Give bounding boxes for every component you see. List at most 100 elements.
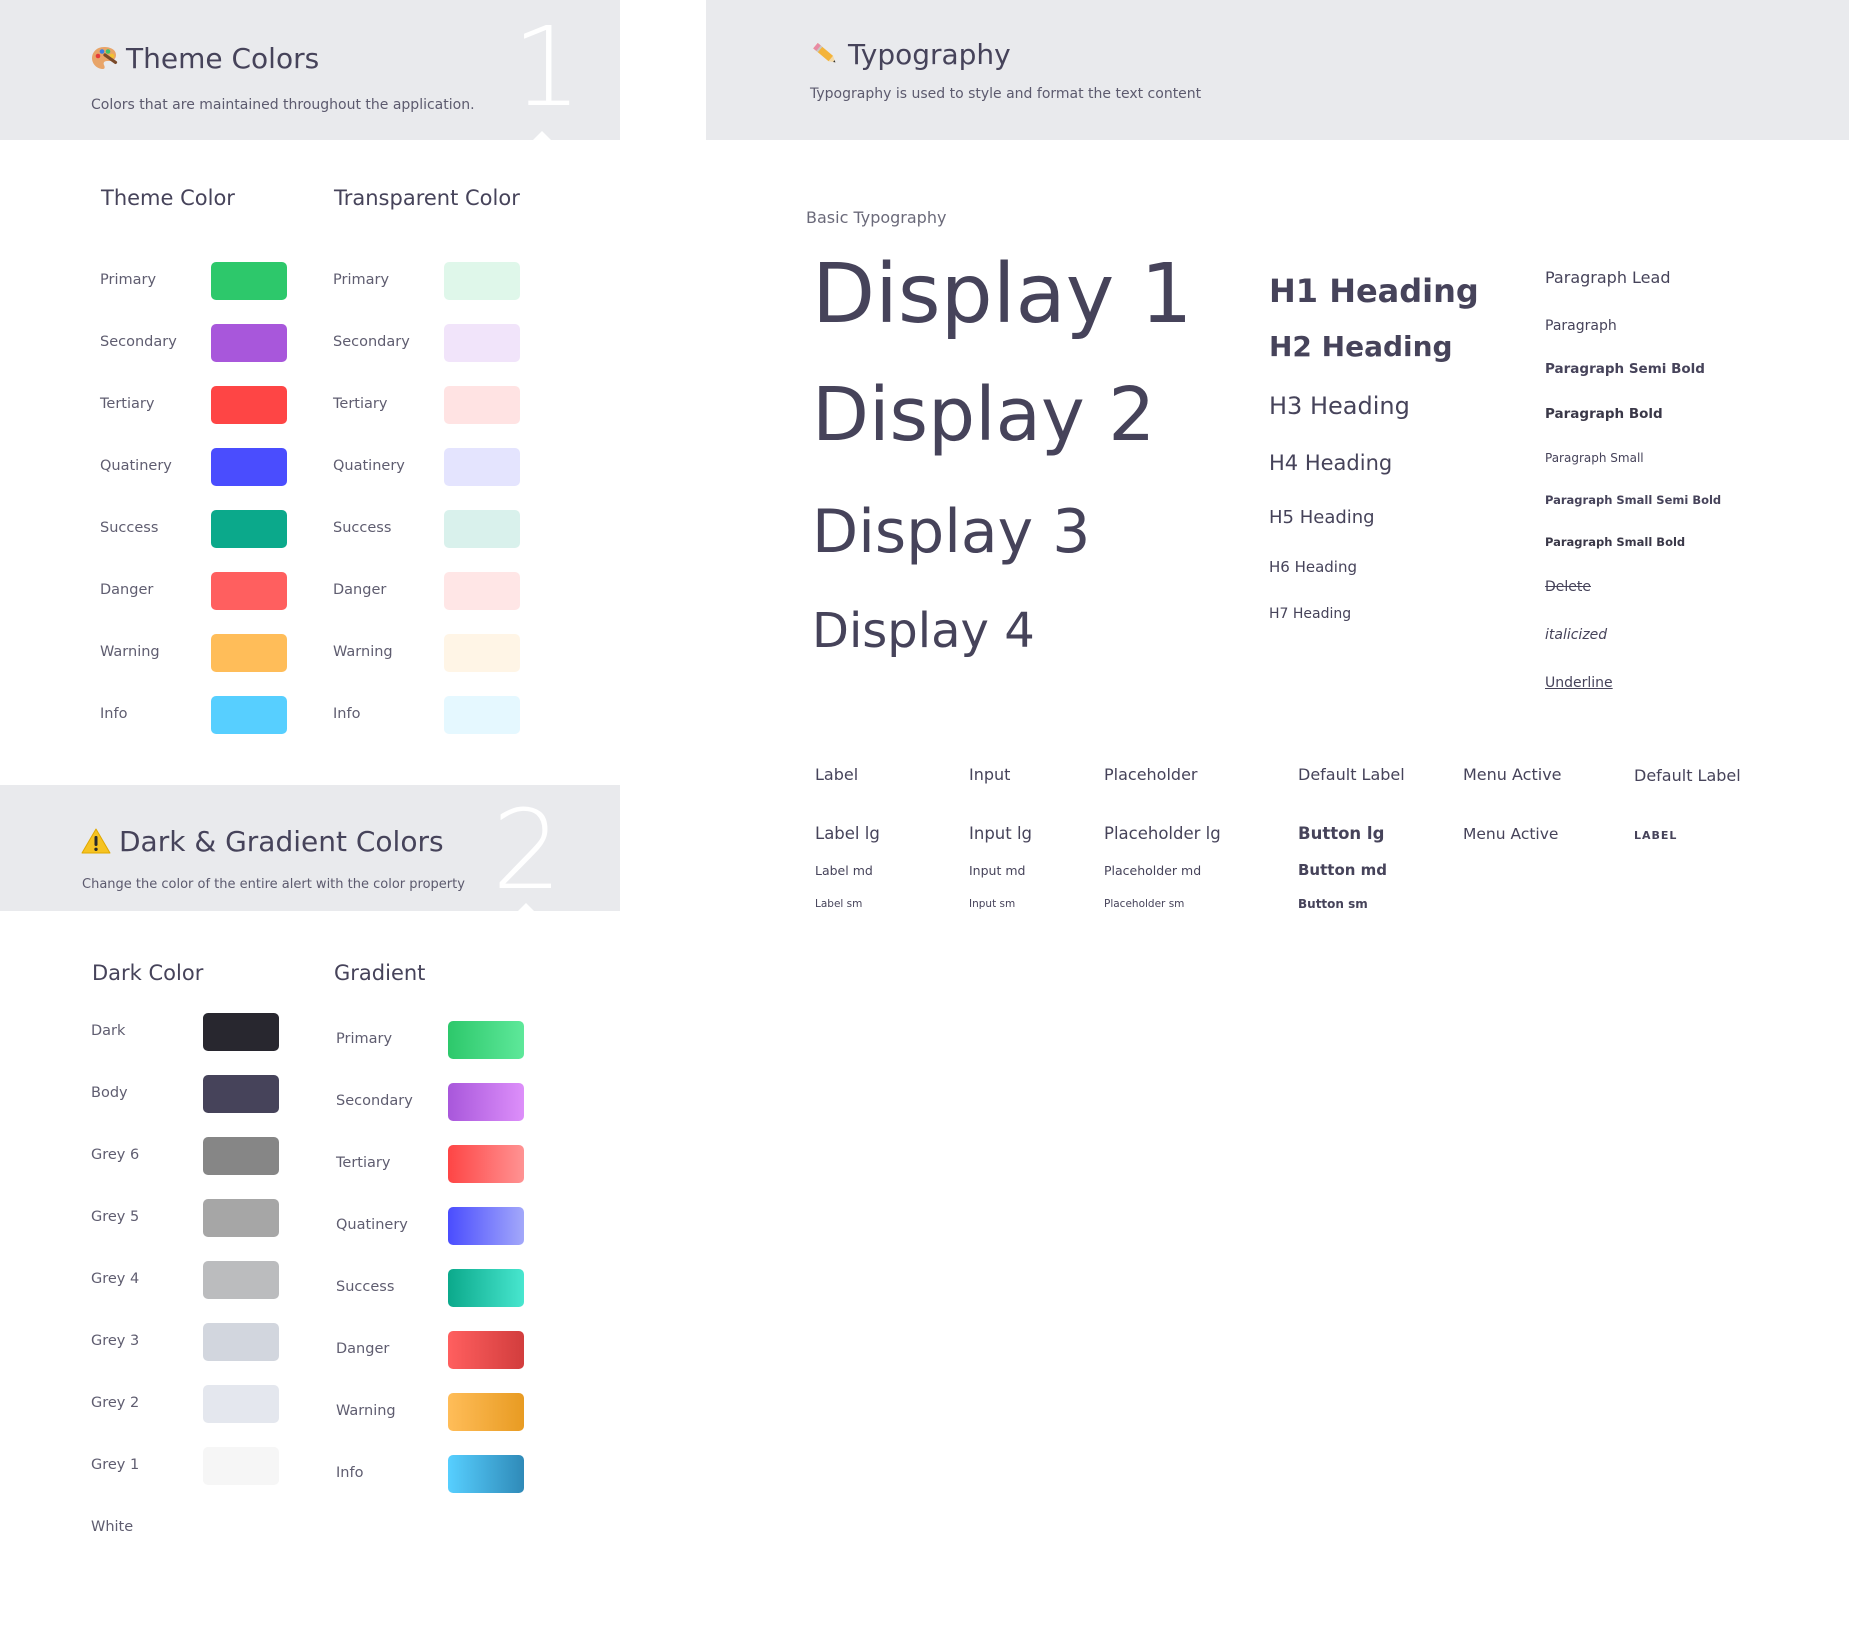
theme-swatch-primary	[211, 262, 287, 300]
h2-heading: H2 Heading	[1269, 330, 1453, 363]
dark-label-grey-2: Grey 2	[91, 1395, 140, 1411]
gradient-label-success: Success	[336, 1279, 395, 1295]
gradient-swatch-primary	[448, 1021, 524, 1059]
gradient-label-danger: Danger	[336, 1341, 390, 1357]
theme-label-tertiary: Tertiary	[100, 396, 155, 412]
dark-label-grey-6: Grey 6	[91, 1147, 140, 1163]
transparent-label-secondary: Secondary	[333, 334, 410, 350]
dark-label-body: Body	[91, 1085, 128, 1101]
theme-label-secondary: Secondary	[100, 334, 177, 350]
h6-heading: H6 Heading	[1269, 558, 1358, 576]
theme-swatch-tertiary	[211, 386, 287, 424]
theme-colors-title-text: Theme Colors	[126, 42, 320, 75]
gradient-swatch-danger	[448, 1331, 524, 1369]
label-lg: Label lg	[815, 824, 880, 843]
transparent-label-tertiary: Tertiary	[333, 396, 388, 412]
theme-color-column-title: Theme Color	[101, 186, 235, 210]
menu-active-text: Menu Active	[1463, 765, 1562, 784]
display-2: Display 2	[812, 372, 1156, 458]
delete-text: Delete	[1545, 579, 1591, 595]
transparent-label-info: Info	[333, 706, 361, 722]
gradient-label-info: Info	[336, 1465, 364, 1481]
typography-subtitle: Typography is used to style and format t…	[810, 86, 1202, 102]
dark-color-column-title: Dark Color	[92, 961, 204, 985]
header-pointer-2	[517, 903, 535, 912]
typography-title-text: Typography	[848, 38, 1011, 71]
dark-label-grey-3: Grey 3	[91, 1333, 140, 1349]
placeholder-md: Placeholder md	[1104, 863, 1202, 878]
label-text: Label	[815, 765, 859, 784]
transparent-swatch-primary	[444, 262, 520, 300]
paragraph-bold: Paragraph Bold	[1545, 406, 1663, 422]
basic-typography-label: Basic Typography	[806, 208, 947, 227]
dark-swatch-dark	[203, 1013, 279, 1051]
typography-header: Typography Typography is used to style a…	[706, 0, 1849, 140]
label-sm: Label sm	[815, 898, 863, 910]
theme-label-warning: Warning	[100, 644, 160, 660]
theme-swatch-secondary	[211, 324, 287, 362]
placeholder-lg: Placeholder lg	[1104, 824, 1221, 843]
paragraph-small-bold: Paragraph Small Bold	[1545, 535, 1686, 549]
gradient-column-title: Gradient	[334, 961, 426, 985]
dark-swatch-grey-5	[203, 1199, 279, 1237]
dark-swatch-body	[203, 1075, 279, 1113]
transparent-color-column-title: Transparent Color	[334, 186, 520, 210]
transparent-swatch-quatinery	[444, 448, 520, 486]
transparent-swatch-info	[444, 696, 520, 734]
dark-swatch-grey-4	[203, 1261, 279, 1299]
dark-label-grey-4: Grey 4	[91, 1271, 140, 1287]
paragraph-small-semi-bold: Paragraph Small Semi Bold	[1545, 493, 1722, 507]
theme-colors-title: Theme Colors	[90, 42, 319, 78]
button-sm: Button sm	[1298, 897, 1368, 911]
section-number-1: 1	[512, 3, 582, 131]
warning-icon	[81, 828, 111, 861]
theme-swatch-info	[211, 696, 287, 734]
theme-label-info: Info	[100, 706, 128, 722]
dark-gradient-subtitle: Change the color of the entire alert wit…	[82, 877, 465, 892]
paragraph-lead: Paragraph Lead	[1545, 268, 1671, 287]
menu-active-lg: Menu Active	[1463, 825, 1559, 843]
placeholder-text: Placeholder	[1104, 765, 1198, 784]
dark-label-grey-1: Grey 1	[91, 1457, 140, 1473]
input-md: Input md	[969, 863, 1026, 878]
button-md: Button md	[1298, 861, 1388, 879]
theme-colors-subtitle: Colors that are maintained throughout th…	[91, 97, 475, 113]
dark-gradient-title: Dark & Gradient Colors	[81, 825, 444, 861]
header-pointer	[533, 131, 551, 140]
gradient-swatch-quatinery	[448, 1207, 524, 1245]
input-text: Input	[969, 765, 1011, 784]
paragraph: Paragraph	[1545, 318, 1617, 334]
theme-swatch-success	[211, 510, 287, 548]
underline-text: Underline	[1545, 675, 1613, 691]
dark-swatch-white	[203, 1509, 279, 1547]
theme-label-primary: Primary	[100, 272, 157, 288]
transparent-swatch-success	[444, 510, 520, 548]
h4-heading: H4 Heading	[1269, 451, 1393, 475]
h1-heading: H1 Heading	[1269, 272, 1479, 310]
input-lg: Input lg	[969, 824, 1033, 843]
dark-swatch-grey-1	[203, 1447, 279, 1485]
default-label-text-2: Default Label	[1634, 766, 1741, 785]
gradient-label-warning: Warning	[336, 1403, 396, 1419]
theme-swatch-quatinery	[211, 448, 287, 486]
theme-swatch-danger	[211, 572, 287, 610]
gradient-swatch-secondary	[448, 1083, 524, 1121]
gradient-label-tertiary: Tertiary	[336, 1155, 391, 1171]
transparent-swatch-tertiary	[444, 386, 520, 424]
transparent-swatch-warning	[444, 634, 520, 672]
paragraph-semi-bold: Paragraph Semi Bold	[1545, 361, 1705, 377]
gradient-label-quatinery: Quatinery	[336, 1217, 408, 1233]
gradient-swatch-tertiary	[448, 1145, 524, 1183]
default-label-text: Default Label	[1298, 765, 1405, 784]
transparent-swatch-danger	[444, 572, 520, 610]
typography-title: Typography	[810, 38, 1011, 74]
palette-icon	[90, 45, 118, 78]
dark-swatch-grey-6	[203, 1137, 279, 1175]
label-caps: LABEL	[1634, 829, 1678, 842]
display-4: Display 4	[812, 603, 1035, 659]
placeholder-sm: Placeholder sm	[1104, 898, 1185, 910]
gradient-label-primary: Primary	[336, 1031, 393, 1047]
theme-label-danger: Danger	[100, 582, 154, 598]
gradient-swatch-warning	[448, 1393, 524, 1431]
gradient-label-secondary: Secondary	[336, 1093, 413, 1109]
